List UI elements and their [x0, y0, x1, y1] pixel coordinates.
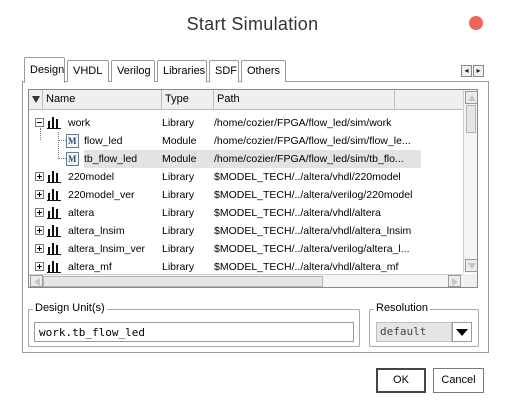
resolution-dropdown-button[interactable] — [452, 322, 472, 342]
row-name: altera_lnsim_ver — [68, 243, 146, 255]
column-header-type[interactable]: Type — [162, 90, 214, 109]
expand-icon[interactable] — [35, 244, 44, 253]
row-name: 220model_ver — [68, 189, 135, 201]
row-path: $MODEL_TECH/../altera/vhdl/altera_lnsim — [214, 225, 412, 237]
row-name: work — [68, 117, 91, 129]
tab-scroll-left-button[interactable]: ◂ — [461, 65, 472, 77]
arrow-right-icon — [452, 278, 458, 286]
column-header-spacer — [395, 90, 463, 109]
row-name: tb_flow_led — [84, 153, 138, 165]
arrow-down-icon — [468, 263, 476, 269]
ok-button[interactable]: OK — [376, 368, 426, 393]
row-type: Library — [162, 117, 195, 129]
row-path: $MODEL_TECH/../altera/vhdl/altera_mf — [214, 261, 399, 273]
tree-row-tb-flow-led[interactable]: tb_flow_led Module /home/cozier/FPGA/flo… — [29, 150, 463, 168]
module-icon — [66, 152, 79, 166]
row-path: $MODEL_TECH/../altera/vhdl/220model — [214, 171, 401, 183]
window-title: Start Simulation — [186, 14, 319, 34]
horizontal-scrollbar[interactable] — [29, 274, 463, 287]
tab-others[interactable]: Others — [241, 60, 286, 82]
tree-row-altera-lnsim-ver[interactable]: altera_lnsim_ver Library $MODEL_TECH/../… — [29, 240, 463, 258]
row-type: Library — [162, 171, 195, 183]
tab-scroll-right-button[interactable]: ▸ — [473, 65, 484, 77]
close-window-button[interactable] — [469, 16, 483, 30]
sort-toggle[interactable] — [29, 90, 43, 109]
row-type: Library — [162, 189, 195, 201]
resolution-label: Resolution — [374, 302, 430, 314]
library-icon — [47, 170, 61, 183]
expand-icon[interactable] — [35, 208, 44, 217]
tab-vhdl[interactable]: VHDL — [67, 60, 109, 82]
row-path: /home/cozier/FPGA/flow_led/sim/work — [214, 117, 392, 129]
row-path: $MODEL_TECH/../altera/vhdl/altera — [214, 207, 381, 219]
scroll-right-button[interactable] — [448, 275, 461, 287]
title-bar: Start Simulation — [0, 0, 505, 46]
tab-design[interactable]: Design — [24, 57, 65, 83]
arrow-left-icon — [34, 278, 40, 286]
row-name: altera_lnsim — [68, 225, 125, 237]
expand-icon[interactable] — [35, 226, 44, 235]
tab-sdf[interactable]: SDF — [209, 60, 239, 82]
row-name: 220model — [68, 171, 115, 183]
arrow-up-icon — [468, 95, 476, 101]
row-type: Library — [162, 243, 195, 255]
library-icon — [47, 188, 61, 201]
scroll-left-button[interactable] — [30, 275, 43, 287]
row-name: flow_led — [84, 135, 123, 147]
tree-row-220model-ver[interactable]: 220model_ver Library $MODEL_TECH/../alte… — [29, 186, 463, 204]
tree-row-altera[interactable]: altera Library $MODEL_TECH/../altera/vhd… — [29, 204, 463, 222]
tree-row-flow-led[interactable]: flow_led Module /home/cozier/FPGA/flow_l… — [29, 132, 463, 150]
row-path: /home/cozier/FPGA/flow_led/sim/flow_le..… — [214, 135, 411, 147]
expand-icon[interactable] — [35, 262, 44, 271]
scrollbar-corner — [463, 274, 477, 287]
tree-row-altera-lnsim[interactable]: altera_lnsim Library $MODEL_TECH/../alte… — [29, 222, 463, 240]
sort-arrow-icon — [32, 96, 40, 103]
expand-icon[interactable] — [35, 190, 44, 199]
design-tree[interactable]: Name Type Path work Library /home/cozier… — [28, 89, 478, 288]
library-icon — [47, 116, 61, 129]
design-unit-label: Design Unit(s) — [33, 302, 107, 314]
library-icon — [47, 242, 61, 255]
row-type: Module — [162, 153, 197, 165]
design-unit-input[interactable] — [34, 322, 354, 342]
row-type: Library — [162, 261, 195, 273]
column-header-path[interactable]: Path — [214, 90, 395, 109]
tree-row-altera-mf[interactable]: altera_mf Library $MODEL_TECH/../altera/… — [29, 258, 463, 274]
tab-verilog[interactable]: Verilog — [111, 60, 155, 82]
expand-icon[interactable] — [35, 172, 44, 181]
scroll-down-button[interactable] — [465, 259, 477, 272]
tree-row-work[interactable]: work Library /home/cozier/FPGA/flow_led/… — [29, 114, 463, 132]
horizontal-scroll-thumb[interactable] — [43, 276, 323, 287]
library-icon — [47, 206, 61, 219]
row-path: $MODEL_TECH/../altera/verilog/220model — [214, 189, 413, 201]
row-path: /home/cozier/FPGA/flow_led/sim/tb_flo... — [214, 153, 404, 165]
column-header-name[interactable]: Name — [43, 90, 162, 109]
cancel-button[interactable]: Cancel — [433, 368, 484, 393]
tab-libraries[interactable]: Libraries — [157, 60, 207, 82]
scroll-up-button[interactable] — [465, 91, 477, 104]
resolution-select[interactable]: default — [376, 322, 452, 342]
tree-row-220model[interactable]: 220model Library $MODEL_TECH/../altera/v… — [29, 168, 463, 186]
table-header: Name Type Path — [29, 90, 463, 110]
resolution-group: Resolution default — [369, 302, 479, 347]
collapse-icon[interactable] — [35, 118, 44, 127]
row-type: Library — [162, 225, 195, 237]
row-path: $MODEL_TECH/../altera/verilog/altera_l..… — [214, 243, 410, 255]
row-type: Module — [162, 135, 197, 147]
design-unit-group: Design Unit(s) — [28, 302, 360, 347]
module-icon — [66, 134, 79, 148]
vertical-scrollbar[interactable] — [463, 90, 477, 273]
vertical-scroll-thumb[interactable] — [466, 105, 476, 133]
library-icon — [47, 224, 61, 237]
row-type: Library — [162, 207, 195, 219]
row-name: altera — [68, 207, 95, 219]
row-name: altera_mf — [68, 261, 112, 273]
library-icon — [47, 260, 61, 273]
